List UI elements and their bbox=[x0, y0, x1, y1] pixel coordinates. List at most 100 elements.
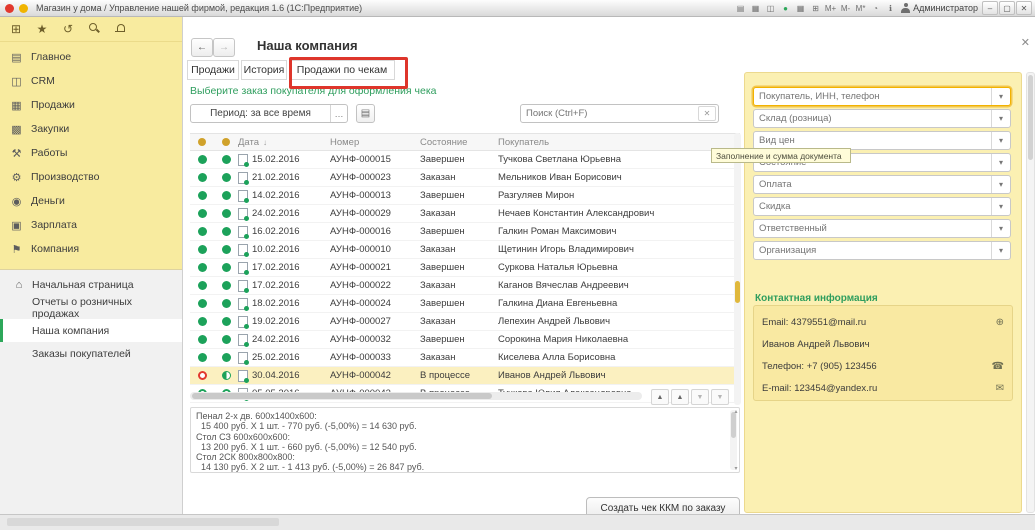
panel-vertical-scrollbar[interactable] bbox=[1026, 72, 1035, 513]
scroll-up-button[interactable]: ▲ bbox=[651, 389, 669, 405]
sidebar-item-производство[interactable]: ⚙Производство bbox=[0, 165, 182, 189]
filter-field-7: ▾ bbox=[753, 219, 1011, 238]
nav-item-наша-компания[interactable]: Наша компания bbox=[0, 319, 182, 342]
column-state[interactable]: Состояние bbox=[420, 137, 498, 148]
nav-item-label: Наша компания bbox=[32, 325, 109, 337]
globe-icon[interactable]: ⊕ bbox=[990, 317, 1004, 328]
calculator-icon[interactable]: ⊞ bbox=[809, 2, 822, 14]
user-badge[interactable]: Администратор bbox=[901, 3, 978, 13]
menu-grid-icon[interactable]: ⊞ bbox=[6, 19, 26, 38]
table-row[interactable]: 17.02.2016АУНФ-000021ЗавершенСуркова Нат… bbox=[190, 259, 740, 277]
table-row[interactable]: 25.02.2016АУНФ-000033ЗаказанКиселева Алл… bbox=[190, 349, 740, 367]
table-row[interactable]: 18.02.2016АУНФ-000024ЗавершенГалкина Диа… bbox=[190, 295, 740, 313]
dropdown-icon[interactable]: ▾ bbox=[991, 154, 1010, 171]
scroll-up2-button[interactable]: ▲ bbox=[671, 389, 689, 405]
sidebar-item-работы[interactable]: ⚒Работы bbox=[0, 141, 182, 165]
filter-input-6[interactable] bbox=[754, 201, 991, 212]
forward-button[interactable]: → bbox=[213, 38, 235, 57]
form-close-icon[interactable]: ✕ bbox=[1021, 36, 1030, 49]
column-customer[interactable]: Покупатель bbox=[498, 137, 713, 148]
dropdown-icon[interactable]: ▾ bbox=[991, 132, 1010, 149]
memory-minus-icon[interactable]: М- bbox=[839, 2, 852, 14]
column-number[interactable]: Номер bbox=[330, 137, 420, 148]
period-choose-icon[interactable]: … bbox=[330, 105, 347, 122]
filter-input-2[interactable] bbox=[754, 113, 991, 124]
sidebar-item-продажи[interactable]: ▦Продажи bbox=[0, 93, 182, 117]
tab-2[interactable]: История bbox=[241, 60, 287, 80]
scroll-thumb[interactable] bbox=[192, 393, 492, 399]
nav-item-заказы-покупателей[interactable]: Заказы покупателей bbox=[0, 342, 182, 365]
table-row[interactable]: 10.02.2016АУНФ-000010ЗаказанЩетинин Игор… bbox=[190, 241, 740, 259]
sidebar-item-зарплата[interactable]: ▣Зарплата bbox=[0, 213, 182, 237]
sidebar-item-crm[interactable]: ◫CRM bbox=[0, 69, 182, 93]
shipment-status-icon bbox=[214, 281, 238, 290]
report-button[interactable]: ▤ bbox=[356, 104, 375, 123]
scroll-thumb[interactable] bbox=[731, 412, 736, 438]
phone-icon[interactable]: ☎ bbox=[990, 361, 1004, 372]
scroll-thumb[interactable] bbox=[1028, 75, 1033, 160]
table-row[interactable]: 21.02.2016АУНФ-000023ЗаказанМельников Ив… bbox=[190, 169, 740, 187]
memory-star-icon[interactable]: М* bbox=[854, 2, 867, 14]
table-row[interactable]: 14.02.2016АУНФ-000013ЗавершенРазгуляев М… bbox=[190, 187, 740, 205]
order-detail-line: Стол СЗ 600х600х600: bbox=[196, 432, 725, 442]
scroll-up-icon[interactable]: ▴ bbox=[734, 408, 737, 415]
table-row[interactable]: 30.04.2016АУНФ-000042В процессеИванов Ан… bbox=[190, 367, 740, 385]
table-horizontal-scrollbar[interactable] bbox=[190, 392, 642, 400]
filter-input-1[interactable] bbox=[754, 91, 991, 102]
table-row[interactable]: 19.02.2016АУНФ-000027ЗаказанЛепехин Андр… bbox=[190, 313, 740, 331]
zoom-icon[interactable]: ◔ bbox=[869, 2, 882, 14]
app-menu-icon[interactable] bbox=[19, 4, 28, 13]
info-icon[interactable]: ℹ bbox=[884, 2, 897, 14]
tab-3[interactable]: Продажи по чекам bbox=[289, 60, 395, 80]
print-icon[interactable]: ▦ bbox=[749, 2, 762, 14]
period-selector[interactable]: Период: за все время … bbox=[190, 104, 348, 123]
scroll-down-icon[interactable]: ▾ bbox=[734, 465, 737, 472]
table-row[interactable]: 24.02.2016АУНФ-000032ЗавершенСорокина Ма… bbox=[190, 331, 740, 349]
dropdown-icon[interactable]: ▾ bbox=[991, 220, 1010, 237]
column-date[interactable]: Дата↓ bbox=[238, 137, 330, 148]
search-input[interactable] bbox=[521, 108, 698, 119]
dropdown-icon[interactable]: ▾ bbox=[991, 110, 1010, 127]
search-clear-icon[interactable]: ✕ bbox=[698, 106, 716, 121]
back-button[interactable]: ← bbox=[191, 38, 213, 57]
close-button[interactable]: ✕ bbox=[1016, 1, 1032, 15]
sidebar-item-деньги[interactable]: ◉Деньги bbox=[0, 189, 182, 213]
search-icon[interactable] bbox=[84, 19, 104, 38]
dropdown-icon[interactable]: ▾ bbox=[991, 176, 1010, 193]
nav-item-отчеты-о-розничных-продажах[interactable]: Отчеты о розничных продажах bbox=[0, 296, 182, 319]
history-icon[interactable]: ↺ bbox=[58, 19, 78, 38]
dropdown-icon[interactable]: ▾ bbox=[991, 242, 1010, 259]
details-scrollbar[interactable] bbox=[730, 410, 737, 470]
calendar-icon[interactable]: ▦ bbox=[794, 2, 807, 14]
app-icon[interactable] bbox=[5, 4, 14, 13]
table-row[interactable]: 17.02.2016АУНФ-000022ЗаказанКаганов Вяче… bbox=[190, 277, 740, 295]
scroll-down-button[interactable]: ▼ bbox=[691, 389, 709, 405]
scroll-thumb[interactable] bbox=[735, 281, 740, 303]
dropdown-icon[interactable]: ▾ bbox=[991, 88, 1010, 105]
service-icon[interactable]: ● bbox=[779, 2, 792, 14]
minimize-button[interactable]: – bbox=[982, 1, 998, 15]
table-vertical-scrollbar[interactable] bbox=[734, 133, 741, 405]
sidebar-item-закупки[interactable]: ▩Закупки bbox=[0, 117, 182, 141]
dropdown-icon[interactable]: ▾ bbox=[991, 198, 1010, 215]
memory-plus-icon[interactable]: М+ bbox=[824, 2, 837, 14]
favorites-icon[interactable]: ★ bbox=[32, 19, 52, 38]
table-row[interactable]: 16.02.2016АУНФ-000016ЗавершенГалкин Рома… bbox=[190, 223, 740, 241]
scroll-down2-button[interactable]: ▼ bbox=[711, 389, 729, 405]
sidebar-item-компания[interactable]: ⚑Компания bbox=[0, 237, 182, 261]
mail-icon[interactable]: ✉ bbox=[990, 383, 1004, 394]
payment-status-icon bbox=[190, 191, 214, 200]
filter-input-5[interactable] bbox=[754, 179, 991, 190]
filter-input-3[interactable] bbox=[754, 135, 991, 146]
tab-1[interactable]: Продажи bbox=[187, 60, 239, 80]
notifications-icon[interactable] bbox=[110, 19, 130, 38]
table-row[interactable]: 15.02.2016АУНФ-000015ЗавершенТучкова Све… bbox=[190, 151, 740, 169]
preview-icon[interactable]: ◫ bbox=[764, 2, 777, 14]
nav-item-начальная-страница[interactable]: ⌂Начальная страница bbox=[0, 273, 182, 296]
table-row[interactable]: 24.02.2016АУНФ-000029ЗаказанНечаев Конст… bbox=[190, 205, 740, 223]
save-icon[interactable]: ▤ bbox=[734, 2, 747, 14]
sidebar-item-главное[interactable]: ▤Главное bbox=[0, 45, 182, 69]
filter-input-8[interactable] bbox=[754, 245, 991, 256]
maximize-button[interactable]: ▢ bbox=[999, 1, 1015, 15]
filter-input-7[interactable] bbox=[754, 223, 991, 234]
